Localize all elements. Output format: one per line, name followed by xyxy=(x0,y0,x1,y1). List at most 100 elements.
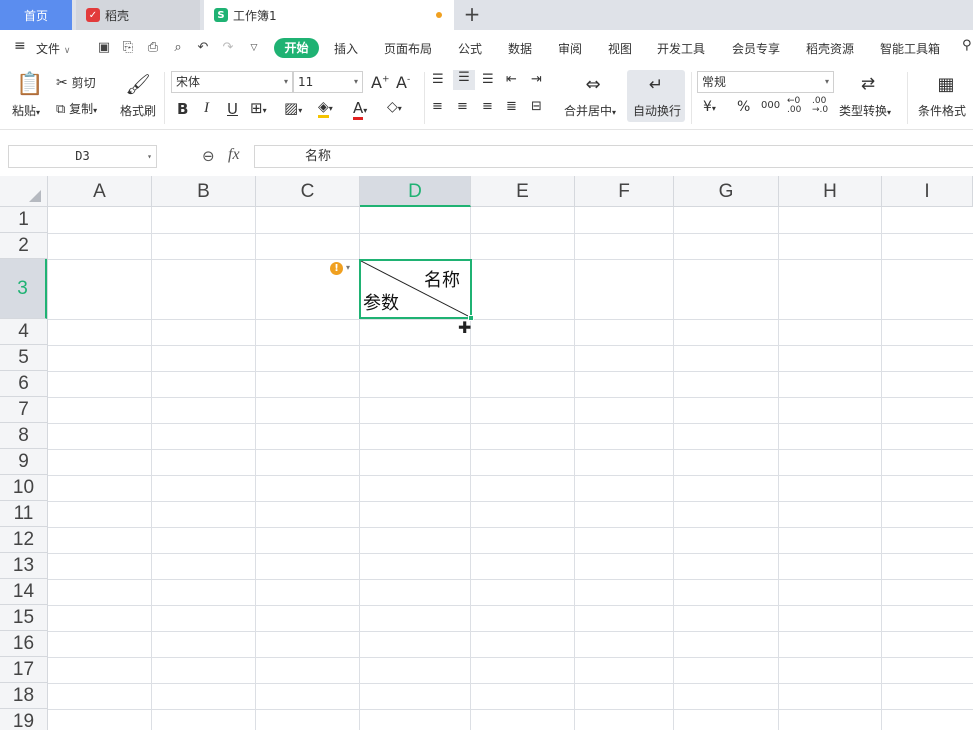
font-color-icon[interactable]: A▾ xyxy=(353,99,367,120)
align-center-icon[interactable]: ≡ xyxy=(457,99,468,114)
menu-member[interactable]: 会员专享 xyxy=(732,40,780,57)
distributed-align-icon[interactable]: ⊟ xyxy=(531,99,542,114)
row-header-12[interactable]: 12 xyxy=(0,527,47,553)
type-convert-button[interactable]: 类型转换▾ xyxy=(839,102,891,119)
align-middle-icon[interactable]: ☰ xyxy=(453,70,475,90)
bold-icon[interactable]: B xyxy=(177,100,188,118)
col-header-b[interactable]: B xyxy=(152,176,256,207)
cell-grid[interactable] xyxy=(48,207,973,730)
clear-format-icon[interactable]: ◇▾ xyxy=(387,99,402,115)
fx-icon[interactable]: fx xyxy=(228,146,240,164)
currency-button[interactable]: ¥▾ xyxy=(703,99,716,115)
quick-access-more-icon[interactable]: ▽ xyxy=(246,40,262,56)
tab-home[interactable]: 首页 xyxy=(0,0,72,30)
row-header-7[interactable]: 7 xyxy=(0,397,47,423)
copy-button[interactable]: ⧉ 复制▾ xyxy=(56,100,97,117)
col-header-i[interactable]: I xyxy=(882,176,973,207)
menu-view[interactable]: 视图 xyxy=(608,40,632,57)
chevron-down-icon[interactable]: ▾ xyxy=(346,263,350,272)
align-right-icon[interactable]: ≡ xyxy=(482,99,493,114)
menu-daoke-resources[interactable]: 稻壳资源 xyxy=(806,40,854,57)
decrease-indent-icon[interactable]: ⇤ xyxy=(506,72,517,87)
row-header-2[interactable]: 2 xyxy=(0,233,47,259)
formula-input[interactable]: 名称 xyxy=(254,145,973,168)
zoom-icon[interactable]: ⊖ xyxy=(202,147,215,165)
cell-style-icon[interactable]: ▨▾ xyxy=(284,99,302,117)
number-format-select[interactable]: 常规 ▾ xyxy=(697,71,834,93)
conditional-format-icon[interactable]: ▦ xyxy=(933,72,959,96)
menu-formulas[interactable]: 公式 xyxy=(458,40,482,57)
row-header-14[interactable]: 14 xyxy=(0,579,47,605)
new-tab-button[interactable]: + xyxy=(462,4,482,26)
col-header-g[interactable]: G xyxy=(674,176,779,207)
merge-center-button[interactable]: 合并居中▾ xyxy=(564,102,616,119)
merge-cells-icon[interactable]: ⇔ xyxy=(580,72,606,96)
print-preview-icon[interactable]: ⌕ xyxy=(170,40,186,56)
paste-button[interactable]: 粘贴▾ xyxy=(12,102,40,119)
row-header-10[interactable]: 10 xyxy=(0,475,47,501)
menu-review[interactable]: 审阅 xyxy=(558,40,582,57)
col-header-h[interactable]: H xyxy=(779,176,882,207)
menu-insert[interactable]: 插入 xyxy=(334,40,358,57)
col-header-a[interactable]: A xyxy=(48,176,152,207)
print-icon[interactable]: ⎙ xyxy=(145,40,161,56)
row-header-11[interactable]: 11 xyxy=(0,501,47,527)
undo-icon[interactable]: ↶ xyxy=(195,40,211,56)
justify-icon[interactable]: ≣ xyxy=(506,99,517,114)
search-icon[interactable]: ⚲ xyxy=(962,38,972,53)
increase-indent-icon[interactable]: ⇥ xyxy=(531,72,542,87)
align-bottom-icon[interactable]: ☰ xyxy=(482,72,494,87)
save-icon[interactable]: ▣ xyxy=(96,40,112,56)
format-painter-icon[interactable]: 🖌 xyxy=(125,70,150,98)
cut-button[interactable]: ✂ 剪切 xyxy=(56,74,96,91)
row-header-16[interactable]: 16 xyxy=(0,631,47,657)
menu-start[interactable]: 开始 xyxy=(274,38,319,58)
decrease-font-icon[interactable]: A- xyxy=(396,73,410,92)
increase-font-icon[interactable]: A+ xyxy=(371,73,390,92)
active-cell-d3[interactable]: 名称 参数 xyxy=(359,259,474,321)
hamburger-icon[interactable]: ≡ xyxy=(14,38,26,54)
col-header-f[interactable]: F xyxy=(575,176,674,207)
warning-icon[interactable]: ! xyxy=(330,262,343,275)
menu-developer[interactable]: 开发工具 xyxy=(657,40,705,57)
row-header-6[interactable]: 6 xyxy=(0,371,47,397)
percent-button[interactable]: % xyxy=(737,99,750,115)
name-box[interactable]: D3 ▾ xyxy=(8,145,157,168)
export-pdf-icon[interactable]: ⎘ xyxy=(120,40,136,56)
align-top-icon[interactable]: ☰ xyxy=(432,72,444,87)
tab-daoke[interactable]: ✓ 稻壳 xyxy=(76,0,200,30)
type-convert-icon[interactable]: ⇄ xyxy=(856,72,880,96)
row-header-8[interactable]: 8 xyxy=(0,423,47,449)
thousands-separator-button[interactable]: 000 xyxy=(761,100,780,111)
underline-icon[interactable]: U xyxy=(227,100,238,118)
col-header-d[interactable]: D xyxy=(360,176,471,207)
row-header-15[interactable]: 15 xyxy=(0,605,47,631)
select-all-corner[interactable] xyxy=(0,176,48,207)
col-header-c[interactable]: C xyxy=(256,176,360,207)
tab-workbook[interactable]: S 工作簿1 xyxy=(204,0,454,30)
decrease-decimal-button[interactable]: .00 →.0 xyxy=(812,97,830,115)
row-header-18[interactable]: 18 xyxy=(0,683,47,709)
italic-icon[interactable]: I xyxy=(204,100,209,117)
paste-icon[interactable]: 📋 xyxy=(16,70,43,98)
row-header-19[interactable]: 19 xyxy=(0,709,47,730)
font-size-select[interactable]: 11 ▾ xyxy=(293,71,363,93)
font-name-select[interactable]: 宋体 ▾ xyxy=(171,71,293,93)
row-header-1[interactable]: 1 xyxy=(0,207,47,233)
redo-icon[interactable]: ↷ xyxy=(220,40,236,56)
menu-smart-toolbox[interactable]: 智能工具箱 xyxy=(880,40,940,57)
align-left-icon[interactable]: ≡ xyxy=(432,99,443,114)
menu-data[interactable]: 数据 xyxy=(508,40,532,57)
row-header-9[interactable]: 9 xyxy=(0,449,47,475)
wrap-text-button[interactable]: ↵ 自动换行 xyxy=(627,70,685,122)
fill-color-icon[interactable]: ◈▾ xyxy=(318,99,333,118)
row-header-3[interactable]: 3 xyxy=(0,259,47,319)
format-painter-button[interactable]: 格式刷 xyxy=(120,102,156,119)
menu-file[interactable]: 文件 ∨ xyxy=(36,40,70,57)
conditional-format-button[interactable]: 条件格式 xyxy=(918,102,966,119)
row-header-4[interactable]: 4 xyxy=(0,319,47,345)
row-header-13[interactable]: 13 xyxy=(0,553,47,579)
row-header-5[interactable]: 5 xyxy=(0,345,47,371)
row-header-17[interactable]: 17 xyxy=(0,657,47,683)
col-header-e[interactable]: E xyxy=(471,176,575,207)
